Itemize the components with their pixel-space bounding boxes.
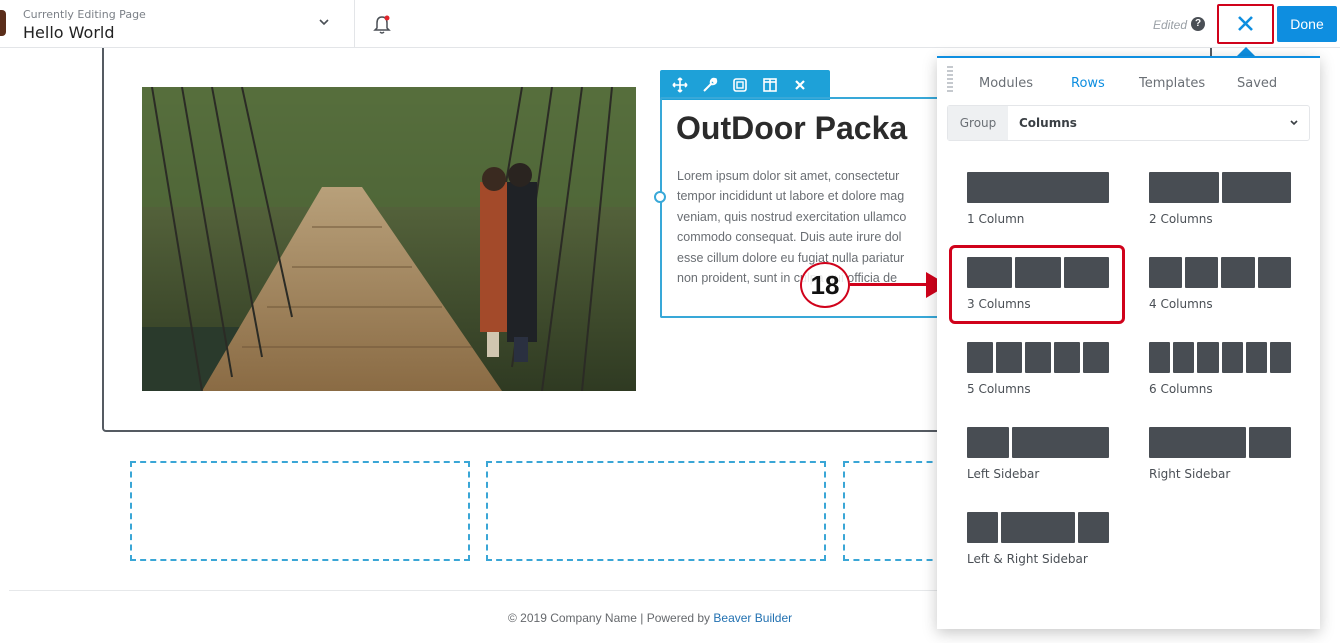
footer-divider: [9, 590, 937, 591]
chevron-down-icon[interactable]: [318, 16, 330, 28]
panel-caret: [1237, 47, 1255, 56]
annotation-arrow: [850, 283, 932, 286]
layout-preview: [1149, 342, 1292, 373]
done-button[interactable]: Done: [1277, 6, 1337, 42]
column-drop-zone[interactable]: [843, 461, 943, 561]
close-icon: [1238, 16, 1253, 31]
row-layout-left-right-sidebar[interactable]: Left & Right Sidebar: [967, 512, 1109, 582]
bridge-photo-image: [142, 87, 636, 391]
bridge-photo[interactable]: [142, 87, 636, 391]
move-icon[interactable]: [666, 70, 694, 100]
body-line: tempor incididunt ut labore et dolore ma…: [677, 189, 905, 204]
row-layout-1-column[interactable]: 1 Column: [967, 172, 1109, 242]
footer-copyright: © 2019 Company Name | Powered by Beaver …: [508, 611, 792, 625]
row-layout-5-columns[interactable]: 5 Columns: [967, 342, 1109, 412]
tab-rows[interactable]: Rows: [1071, 76, 1105, 91]
layout-preview: [1149, 427, 1291, 458]
row-layout-left-sidebar[interactable]: Left Sidebar: [967, 427, 1109, 497]
remove-icon[interactable]: [786, 70, 814, 100]
layout-label: 4 Columns: [1149, 297, 1213, 311]
row-layout-4-columns[interactable]: 4 Columns: [1149, 257, 1291, 327]
layout-label: 2 Columns: [1149, 212, 1213, 226]
chevron-down-icon: [1290, 120, 1298, 126]
group-select[interactable]: Group Columns: [947, 105, 1310, 141]
body-line: veniam, quis nostrud exercitation ullamc…: [677, 209, 907, 224]
close-panel-button[interactable]: [1217, 4, 1274, 44]
site-logo: [0, 10, 6, 36]
tab-saved[interactable]: Saved: [1237, 76, 1277, 91]
column-drop-zone[interactable]: [130, 461, 470, 561]
module-resize-handle[interactable]: [654, 191, 666, 203]
layout-label: 1 Column: [967, 212, 1025, 226]
row-layout-6-columns[interactable]: 6 Columns: [1149, 342, 1292, 412]
body-line: Lorem ipsum dolor sit amet, consectetur: [677, 169, 900, 183]
help-icon[interactable]: ?: [1191, 17, 1205, 31]
step-number-annotation: 18: [800, 262, 850, 308]
panel-tabs: Modules Rows Templates Saved: [937, 58, 1320, 106]
builder-topbar: Currently Editing Page Hello World Edite…: [0, 0, 1340, 48]
layout-preview: [967, 427, 1109, 458]
layout-label: Left Sidebar: [967, 467, 1040, 481]
group-label: Group: [948, 106, 1008, 140]
duplicate-icon[interactable]: [726, 70, 754, 100]
edited-status: Edited: [1153, 18, 1188, 32]
content-panel: Modules Rows Templates Saved Group Colum…: [937, 56, 1320, 629]
tab-modules[interactable]: Modules: [979, 76, 1033, 91]
row-layout-right-sidebar[interactable]: Right Sidebar: [1149, 427, 1291, 497]
layout-label: Left & Right Sidebar: [967, 552, 1088, 566]
layout-label: 5 Columns: [967, 382, 1031, 396]
layout-label: Right Sidebar: [1149, 467, 1231, 481]
wrench-icon[interactable]: [696, 70, 724, 100]
tab-templates[interactable]: Templates: [1139, 76, 1205, 91]
current-page-title: Hello World: [23, 23, 115, 42]
row-layout-2-columns[interactable]: 2 Columns: [1149, 172, 1291, 242]
footer-link[interactable]: Beaver Builder: [713, 611, 792, 625]
layout-preview: [1149, 257, 1291, 288]
module-heading[interactable]: OutDoor Packa: [676, 110, 907, 147]
current-page-label: Currently Editing Page: [23, 8, 146, 21]
layout-preview: [1149, 172, 1291, 203]
layout-label: 6 Columns: [1149, 382, 1213, 396]
module-toolbar: [660, 70, 830, 100]
body-line: commodo consequat. Duis aute irure dol: [677, 230, 902, 245]
group-value: Columns: [1019, 116, 1077, 130]
layout-preview: [967, 512, 1109, 543]
layout-preview: [967, 342, 1109, 373]
page-selector[interactable]: Currently Editing Page Hello World: [0, 0, 355, 48]
column-drop-zone[interactable]: [486, 461, 826, 561]
footer-text: © 2019 Company Name | Powered by: [508, 611, 714, 625]
bell-icon[interactable]: [372, 14, 392, 36]
layout-preview: [967, 172, 1109, 203]
columns-icon[interactable]: [756, 70, 784, 100]
body-line: esse cillum dolore eu fugiat nulla paria…: [677, 250, 905, 265]
annotation-highlight-box: [949, 245, 1125, 324]
